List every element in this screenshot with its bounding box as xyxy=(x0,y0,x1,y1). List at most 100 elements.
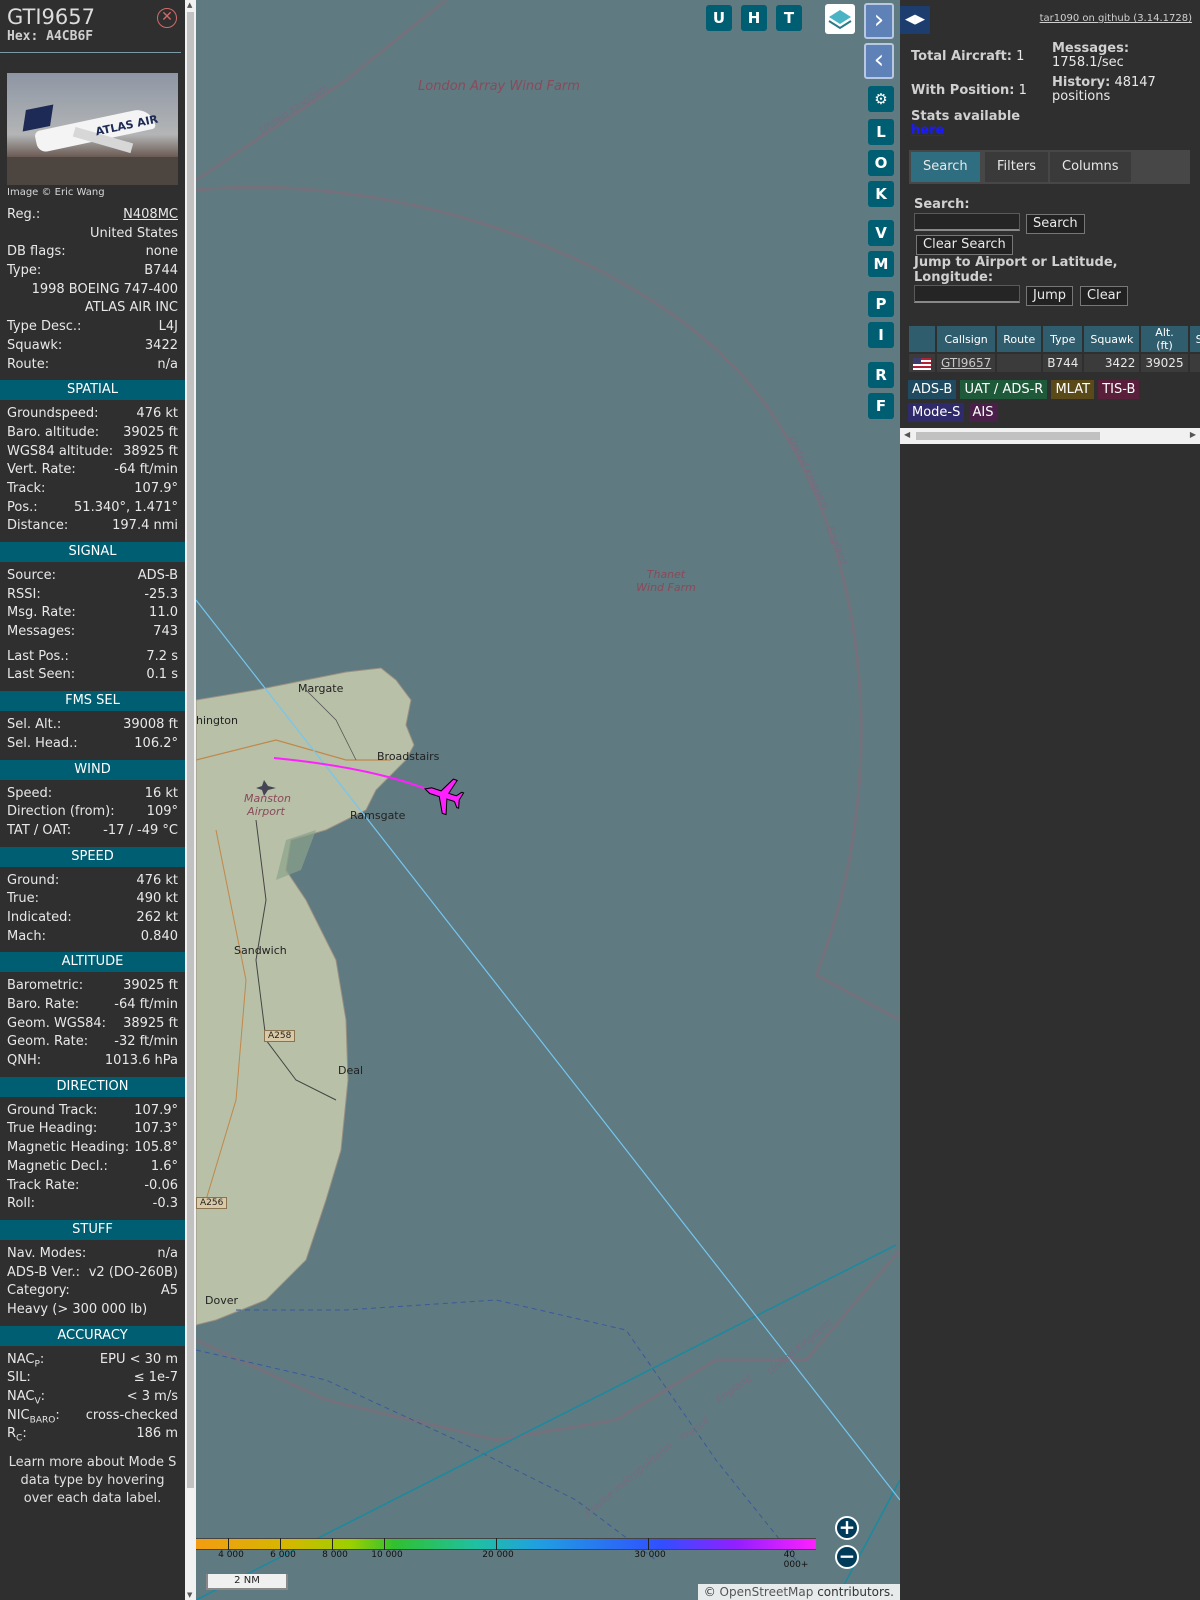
map-label-a258: A258 xyxy=(264,1030,296,1042)
info-row-spatial: Pos.: 51.340°, 1.471° xyxy=(0,499,185,518)
info-row-stuff: Nav. Modes: n/a xyxy=(0,1245,185,1264)
column-squawk[interactable]: Squawk xyxy=(1084,326,1140,352)
map-view[interactable]: London Array Wind Farm Thanet Wind Farm … xyxy=(196,0,900,1600)
info-row-direction: Track Rate: -0.06 xyxy=(0,1177,185,1196)
settings-button[interactable]: ⚙ xyxy=(868,86,894,112)
source-ais[interactable]: AIS xyxy=(968,403,998,422)
info-row-speed: True: 490 kt xyxy=(0,890,185,909)
info-row-fms: Sel. Alt.: 39008 ft xyxy=(0,716,185,735)
typedesc-value: L4J xyxy=(158,319,178,335)
column-type[interactable]: Type xyxy=(1043,326,1083,352)
expand-right-button[interactable]: › xyxy=(864,3,894,39)
zoom-in-button[interactable]: + xyxy=(835,1516,859,1540)
history: History: 48147 positions xyxy=(1052,76,1156,104)
column-altitude[interactable]: Alt. (ft) xyxy=(1141,326,1188,352)
column-speed[interactable]: Spd. xyxy=(1189,326,1200,352)
tab-columns[interactable]: Columns xyxy=(1050,152,1131,182)
scrollbar-thumb[interactable] xyxy=(187,12,194,1488)
info-panel-scrollbar[interactable]: ▲ ▼ xyxy=(185,0,196,1600)
osm-link[interactable]: OpenStreetMap xyxy=(720,1585,814,1599)
scroll-down-icon[interactable]: ▼ xyxy=(187,1591,192,1599)
row-label: NICBARO: xyxy=(7,1407,60,1426)
photo-credit: Image © Eric Wang xyxy=(7,187,105,198)
github-link[interactable]: tar1090 on github (3.14.1728) xyxy=(1040,13,1192,24)
clear-button[interactable]: Clear xyxy=(1080,286,1128,306)
row-value: 51.340°, 1.471° xyxy=(74,499,178,515)
map-button-f[interactable]: F xyxy=(868,393,894,419)
history-label: History: xyxy=(1052,75,1111,90)
info-row-wind: Speed: 16 kt xyxy=(0,785,185,804)
scale-bar: 2 NM xyxy=(206,1574,288,1590)
layers-button[interactable] xyxy=(825,4,855,34)
collapse-left-button[interactable]: ‹ xyxy=(864,43,894,79)
source-adsb[interactable]: ADS-B xyxy=(908,380,957,399)
tab-search[interactable]: Search xyxy=(911,152,980,182)
registration-link[interactable]: N408MC xyxy=(123,206,178,225)
row-value: 109° xyxy=(146,804,178,820)
search-button[interactable]: Search xyxy=(1026,214,1085,234)
colorbar-tick: 20 000 xyxy=(482,1550,514,1560)
map-button-r[interactable]: R xyxy=(868,362,894,388)
info-row-wind: TAT / OAT: -17 / -49 °C xyxy=(0,822,185,841)
row-label: Type Desc.: xyxy=(7,319,82,335)
info-row-rc: RC: 186 m xyxy=(0,1425,185,1444)
operator-value: ATLAS AIR INC xyxy=(84,300,178,316)
jump-button[interactable]: Jump xyxy=(1026,286,1073,306)
stats-here-link[interactable]: here xyxy=(911,123,944,138)
info-row-spatial: Groundspeed: 476 kt xyxy=(0,405,185,424)
table-horizontal-scrollbar[interactable]: ◀ ▶ xyxy=(900,428,1200,444)
toggle-sidebar-button[interactable]: ◀▶ xyxy=(900,6,930,34)
row-value: 39008 ft xyxy=(123,717,178,733)
info-row-stuff: ADS-B Ver.: v2 (DO-260B) xyxy=(0,1264,185,1283)
clear-search-button[interactable]: Clear Search xyxy=(916,235,1013,255)
map-label-broadstairs: Broadstairs xyxy=(377,750,440,763)
info-row-spatial: WGS84 altitude: 38925 ft xyxy=(0,443,185,462)
aircraft-photo[interactable]: ATLAS AIR xyxy=(7,73,178,185)
map-button-o[interactable]: O xyxy=(868,150,894,176)
source-tisb[interactable]: TIS-B xyxy=(1098,380,1140,399)
tab-filters[interactable]: Filters xyxy=(985,152,1048,182)
scroll-left-icon[interactable]: ◀ xyxy=(904,430,910,439)
map-button-l[interactable]: L xyxy=(868,119,894,145)
map-button-v[interactable]: V xyxy=(868,220,894,246)
source-modes[interactable]: Mode-S xyxy=(908,403,965,422)
source-mlat[interactable]: MLAT xyxy=(1051,380,1095,399)
map-button-h[interactable]: H xyxy=(741,5,767,31)
column-callsign[interactable]: Callsign xyxy=(937,326,996,352)
info-row-fms: Sel. Head.: 106.2° xyxy=(0,735,185,754)
map-button-u[interactable]: U xyxy=(706,5,732,31)
callsign-link[interactable]: GTI9657 xyxy=(941,356,991,370)
scroll-up-icon[interactable]: ▲ xyxy=(187,1,192,9)
row-label: Sel. Head.: xyxy=(7,735,78,751)
colorbar-tick: 8 000 xyxy=(322,1550,348,1560)
zoom-out-button[interactable]: − xyxy=(835,1545,859,1569)
messages: Messages: 1758.1/sec xyxy=(1052,42,1129,70)
source-uat[interactable]: UAT / ADS-R xyxy=(960,380,1048,399)
info-row-squawk: Squawk: 3422 xyxy=(0,337,185,356)
squawk-cell: 3422 xyxy=(1084,354,1140,372)
map-button-k[interactable]: K xyxy=(868,181,894,207)
map-button-m[interactable]: M xyxy=(868,251,894,277)
table-row[interactable]: GTI9657 B744 3422 39025 xyxy=(909,354,1200,372)
scrollbar-thumb[interactable] xyxy=(916,432,1100,440)
row-label: Track Rate: xyxy=(7,1177,80,1193)
scroll-right-icon[interactable]: ▶ xyxy=(1190,430,1196,439)
map-button-i[interactable]: I xyxy=(868,322,894,348)
info-row-country: United States xyxy=(0,225,185,244)
layers-icon xyxy=(828,10,852,30)
search-input[interactable] xyxy=(914,213,1020,231)
jump-input[interactable] xyxy=(914,285,1020,303)
column-route[interactable]: Route xyxy=(997,326,1042,352)
map-button-p[interactable]: P xyxy=(868,291,894,317)
info-row-speed: Indicated: 262 kt xyxy=(0,909,185,928)
aircraft-list-panel: ◀▶ tar1090 on github (3.14.1728) Total A… xyxy=(900,0,1200,1600)
row-value: n/a xyxy=(157,1245,178,1261)
info-sections: SPATIAL Groundspeed: 476 kt Baro. altitude:… xyxy=(0,380,185,1319)
row-label: Sel. Alt.: xyxy=(7,717,62,733)
map-button-t[interactable]: T xyxy=(776,5,802,31)
close-icon[interactable]: ✕ xyxy=(157,8,177,28)
row-label: Baro. altitude: xyxy=(7,424,100,440)
source-legend: ADS-B UAT / ADS-R MLAT TIS-B Mode-S AIS xyxy=(908,380,1193,426)
map-canvas[interactable] xyxy=(196,0,900,1600)
column-flag[interactable] xyxy=(909,326,935,352)
